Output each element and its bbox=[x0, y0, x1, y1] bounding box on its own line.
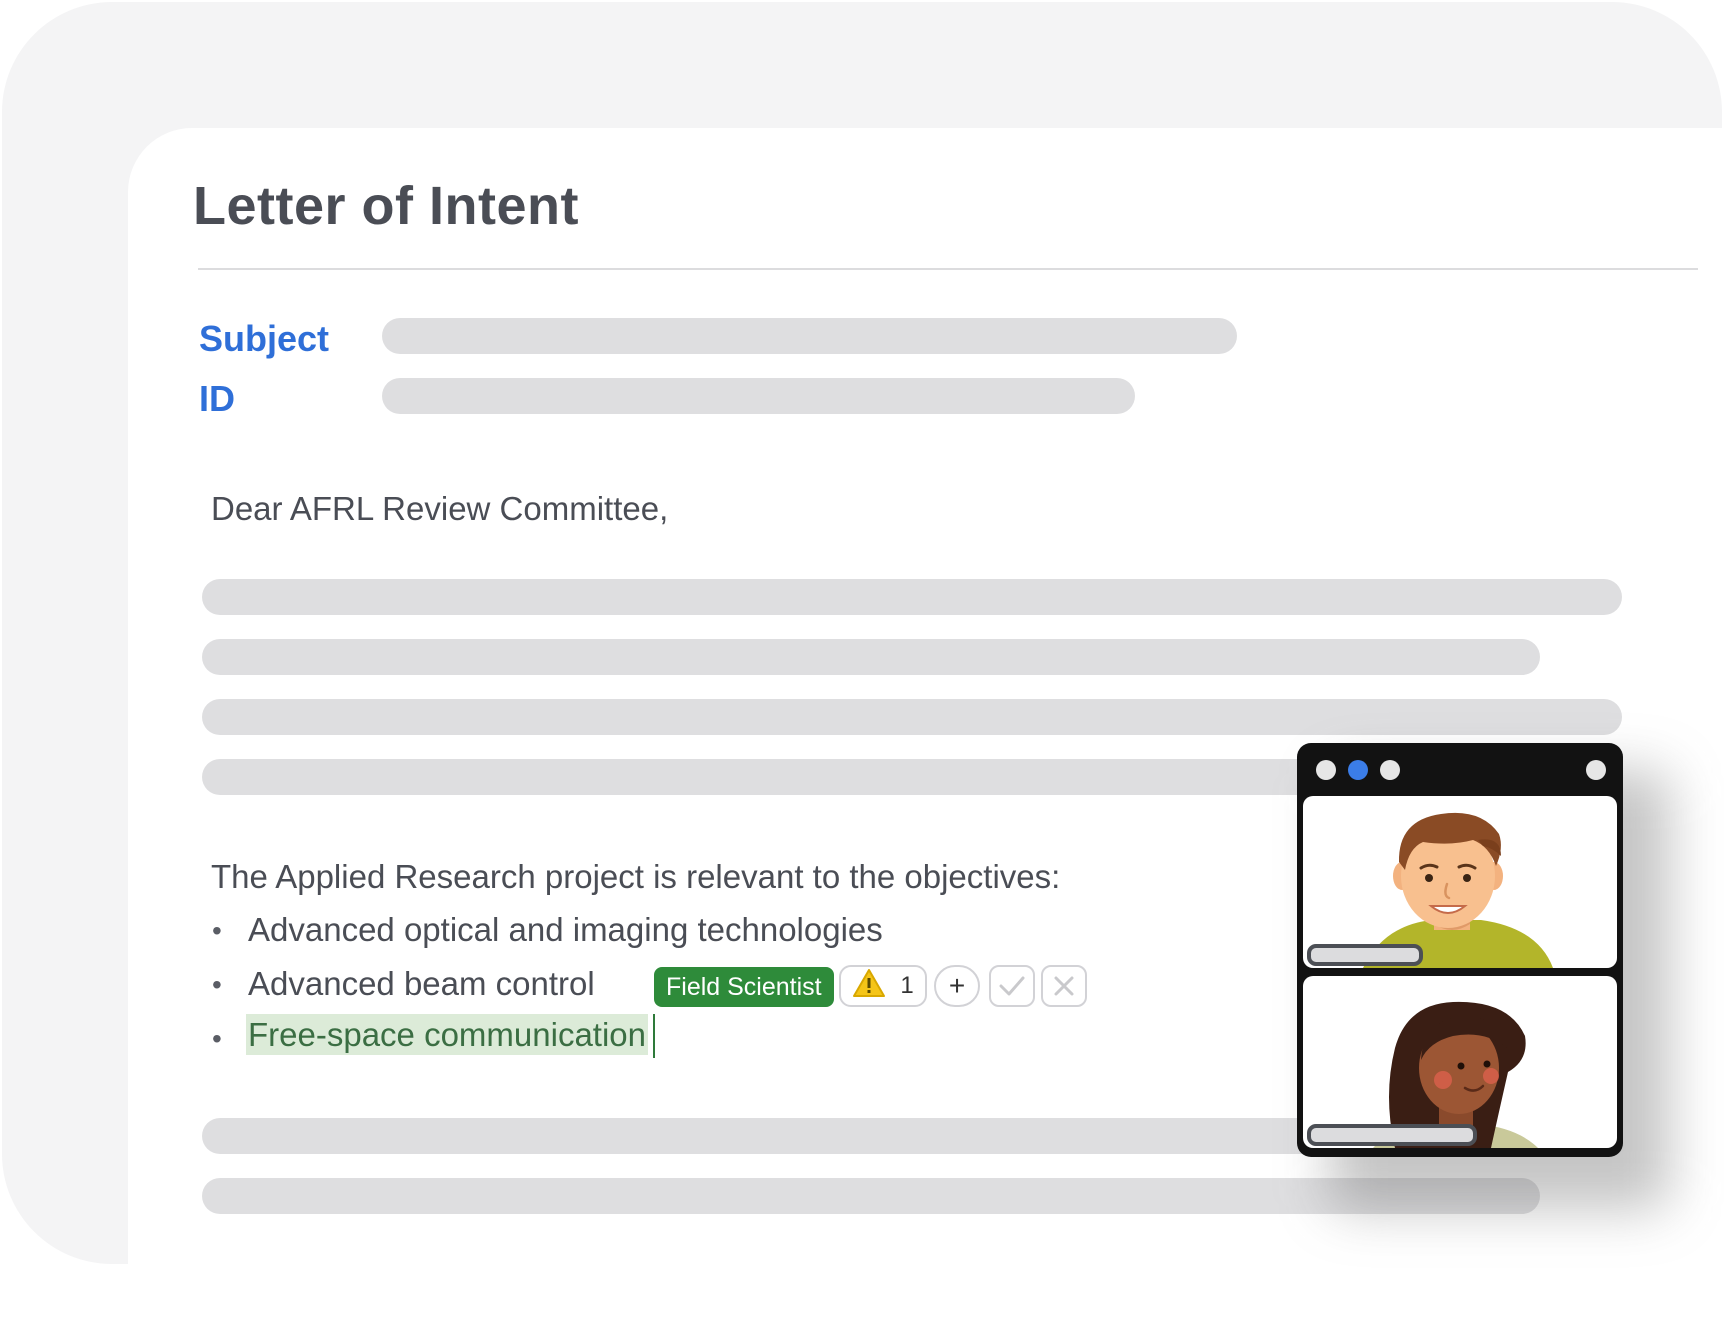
x-icon bbox=[1054, 976, 1074, 996]
text-line-placeholder bbox=[202, 699, 1622, 735]
man-avatar bbox=[1363, 812, 1553, 968]
warning-icon bbox=[852, 968, 886, 1005]
participant-name-bar bbox=[1307, 1124, 1477, 1146]
window-dot[interactable] bbox=[1316, 760, 1336, 780]
bullet-marker: • bbox=[212, 915, 222, 946]
text-line-placeholder bbox=[202, 759, 1322, 795]
warning-count: 1 bbox=[900, 972, 914, 999]
check-icon bbox=[999, 976, 1025, 996]
text-cursor bbox=[653, 1014, 655, 1058]
video-call-panel[interactable] bbox=[1297, 743, 1623, 1157]
bullet-item: Advanced optical and imaging technologie… bbox=[248, 911, 883, 948]
text-line-placeholder bbox=[202, 639, 1540, 675]
video-menu-button[interactable] bbox=[1586, 760, 1606, 780]
participant-tile[interactable] bbox=[1303, 976, 1617, 1148]
intro-text: The Applied Research project is relevant… bbox=[211, 858, 1061, 895]
reject-button[interactable] bbox=[1041, 965, 1087, 1007]
highlighted-suggestion[interactable]: Free-space communication bbox=[246, 1014, 648, 1055]
bullet-item: Advanced beam control bbox=[248, 965, 595, 1002]
add-comment-button[interactable]: + bbox=[934, 965, 980, 1007]
bullet-marker: • bbox=[212, 1023, 222, 1054]
bullet-marker: • bbox=[212, 969, 222, 1000]
participant-tile[interactable] bbox=[1303, 796, 1617, 968]
window-dot[interactable] bbox=[1380, 760, 1400, 780]
author-tag: Field Scientist bbox=[654, 967, 834, 1007]
text-line-placeholder bbox=[202, 579, 1622, 615]
text-line-placeholder bbox=[202, 1118, 1322, 1154]
participant-name-bar bbox=[1307, 944, 1423, 966]
warning-chip[interactable]: 1 bbox=[839, 965, 927, 1007]
plus-icon: + bbox=[948, 970, 966, 1001]
id-label: ID bbox=[199, 378, 235, 419]
id-field[interactable] bbox=[382, 378, 1135, 414]
accept-button[interactable] bbox=[989, 965, 1035, 1007]
subject-field[interactable] bbox=[382, 318, 1237, 354]
window-dot-active[interactable] bbox=[1348, 760, 1368, 780]
title-divider bbox=[198, 268, 1698, 270]
woman-avatar bbox=[1373, 1001, 1538, 1148]
bullet-item[interactable]: Free-space communication bbox=[246, 1014, 648, 1055]
subject-label: Subject bbox=[199, 318, 330, 359]
page-title: Letter of Intent bbox=[193, 176, 579, 236]
greeting-text: Dear AFRL Review Committee, bbox=[211, 490, 669, 527]
